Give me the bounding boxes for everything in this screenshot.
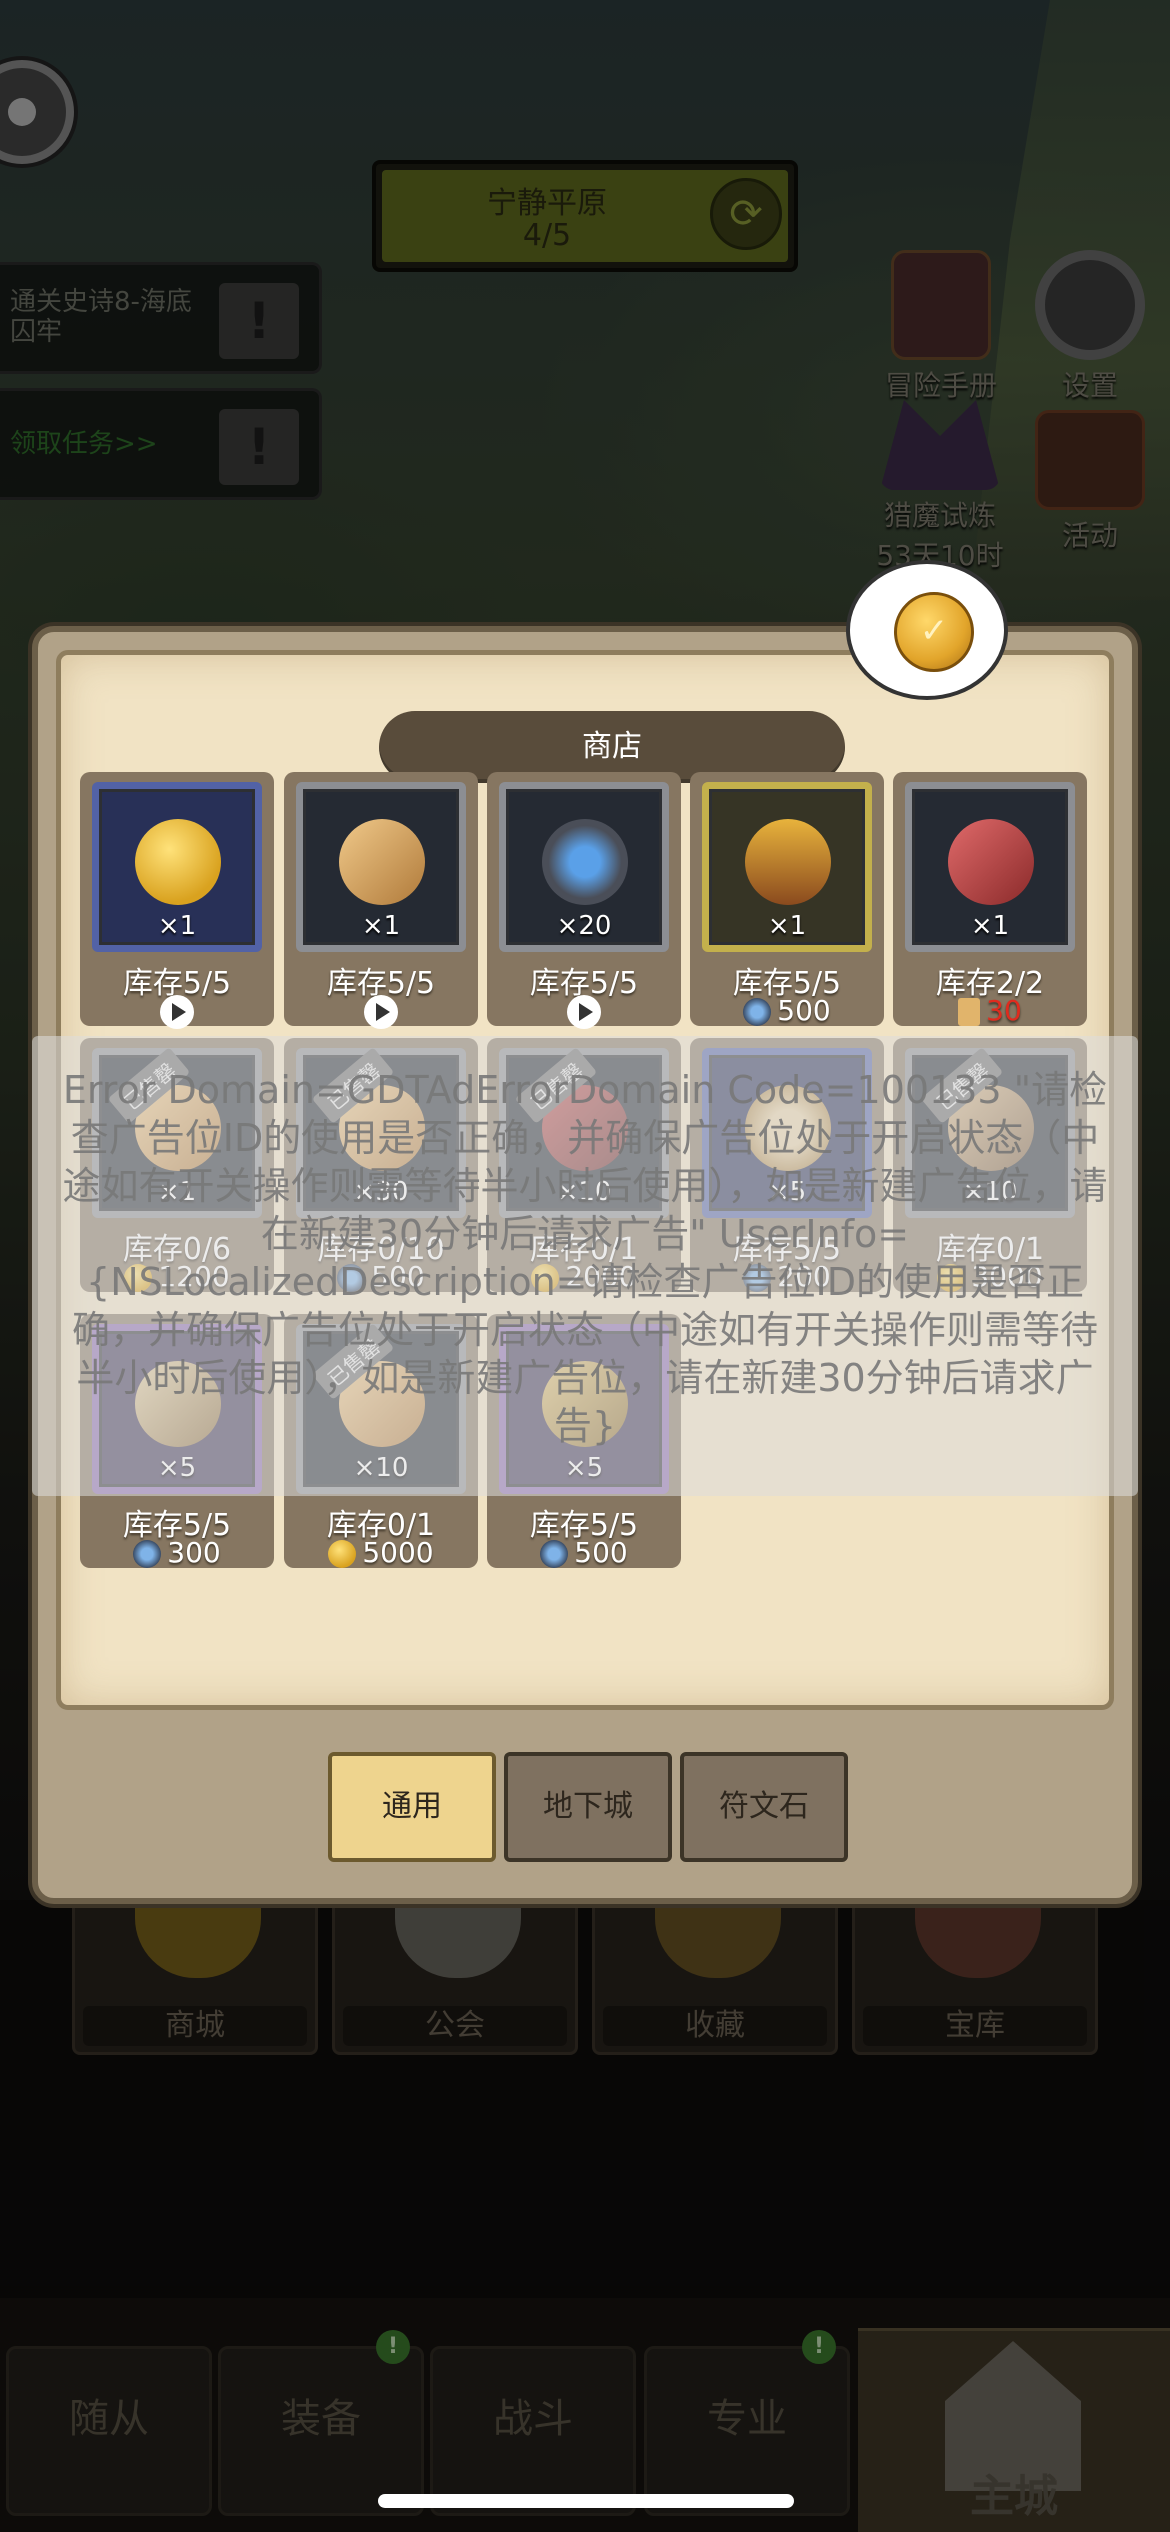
- home-indicator[interactable]: [378, 2494, 794, 2508]
- price-value: 5000: [362, 1536, 434, 1569]
- price-value: 300: [167, 1536, 221, 1569]
- tab-dungeon[interactable]: 地下城: [504, 1752, 672, 1862]
- item-frame: ×20: [499, 782, 669, 952]
- shop-item-gold-coins[interactable]: ×1 库存5/5: [80, 772, 274, 1029]
- scroll-currency-icon: [958, 998, 981, 1026]
- gem-currency-icon: [743, 998, 772, 1026]
- item-price[interactable]: 30: [893, 994, 1087, 1027]
- item-quantity: ×1: [970, 911, 1010, 941]
- item-quantity: ×1: [157, 911, 197, 941]
- item-quantity: ×20: [556, 911, 612, 941]
- price-value: 500: [574, 1536, 628, 1569]
- item-frame: ×1: [702, 782, 872, 952]
- tab-rune-stone[interactable]: 符文石: [680, 1752, 848, 1862]
- item-price[interactable]: 300: [80, 1536, 274, 1569]
- gold-coins-icon: [135, 819, 221, 905]
- watch-ad-play-icon[interactable]: [364, 995, 398, 1029]
- watch-ad-play-icon[interactable]: [160, 995, 194, 1029]
- gem-currency-icon: [133, 1540, 162, 1568]
- item-frame: ×1: [92, 782, 262, 952]
- item-quantity: ×1: [361, 911, 401, 941]
- price-value: 30: [986, 994, 1022, 1027]
- gold-currency-icon: [328, 1540, 357, 1568]
- rune-stone-icon: [542, 819, 628, 905]
- item-price[interactable]: [80, 994, 274, 1029]
- scroll-icon: [339, 819, 425, 905]
- item-price[interactable]: 500: [487, 1536, 681, 1569]
- item-frame: ×1: [296, 782, 466, 952]
- item-quantity: ×1: [767, 911, 807, 941]
- price-value: 500: [777, 994, 831, 1027]
- shop-item-treasure-chest[interactable]: ×1 库存5/5 500: [690, 772, 884, 1027]
- shop-tabs: 通用 地下城 符文石: [38, 1752, 1132, 1862]
- tab-general[interactable]: 通用: [328, 1752, 496, 1862]
- item-price[interactable]: [487, 994, 681, 1029]
- shop-item-rune-stone[interactable]: ×20 库存5/5: [487, 772, 681, 1029]
- shop-item-scroll[interactable]: ×1 库存5/5: [284, 772, 478, 1029]
- shop-item-red-scroll[interactable]: ×1 库存2/2 30: [893, 772, 1087, 1027]
- item-price[interactable]: [284, 994, 478, 1029]
- red-scroll-icon: [948, 819, 1034, 905]
- coin-speech-bubble[interactable]: ✓: [846, 560, 1008, 700]
- item-price[interactable]: 5000: [284, 1536, 478, 1569]
- watch-ad-play-icon[interactable]: [567, 995, 601, 1029]
- treasure-chest-icon: [745, 819, 831, 905]
- item-frame: ×1: [905, 782, 1075, 952]
- gem-currency-icon: [540, 1540, 569, 1568]
- item-price[interactable]: 500: [690, 994, 884, 1027]
- gold-coin-icon: ✓: [894, 592, 974, 672]
- ad-error-toast: Error Domain=GDTAdErrorDomain Code=10013…: [32, 1036, 1138, 1496]
